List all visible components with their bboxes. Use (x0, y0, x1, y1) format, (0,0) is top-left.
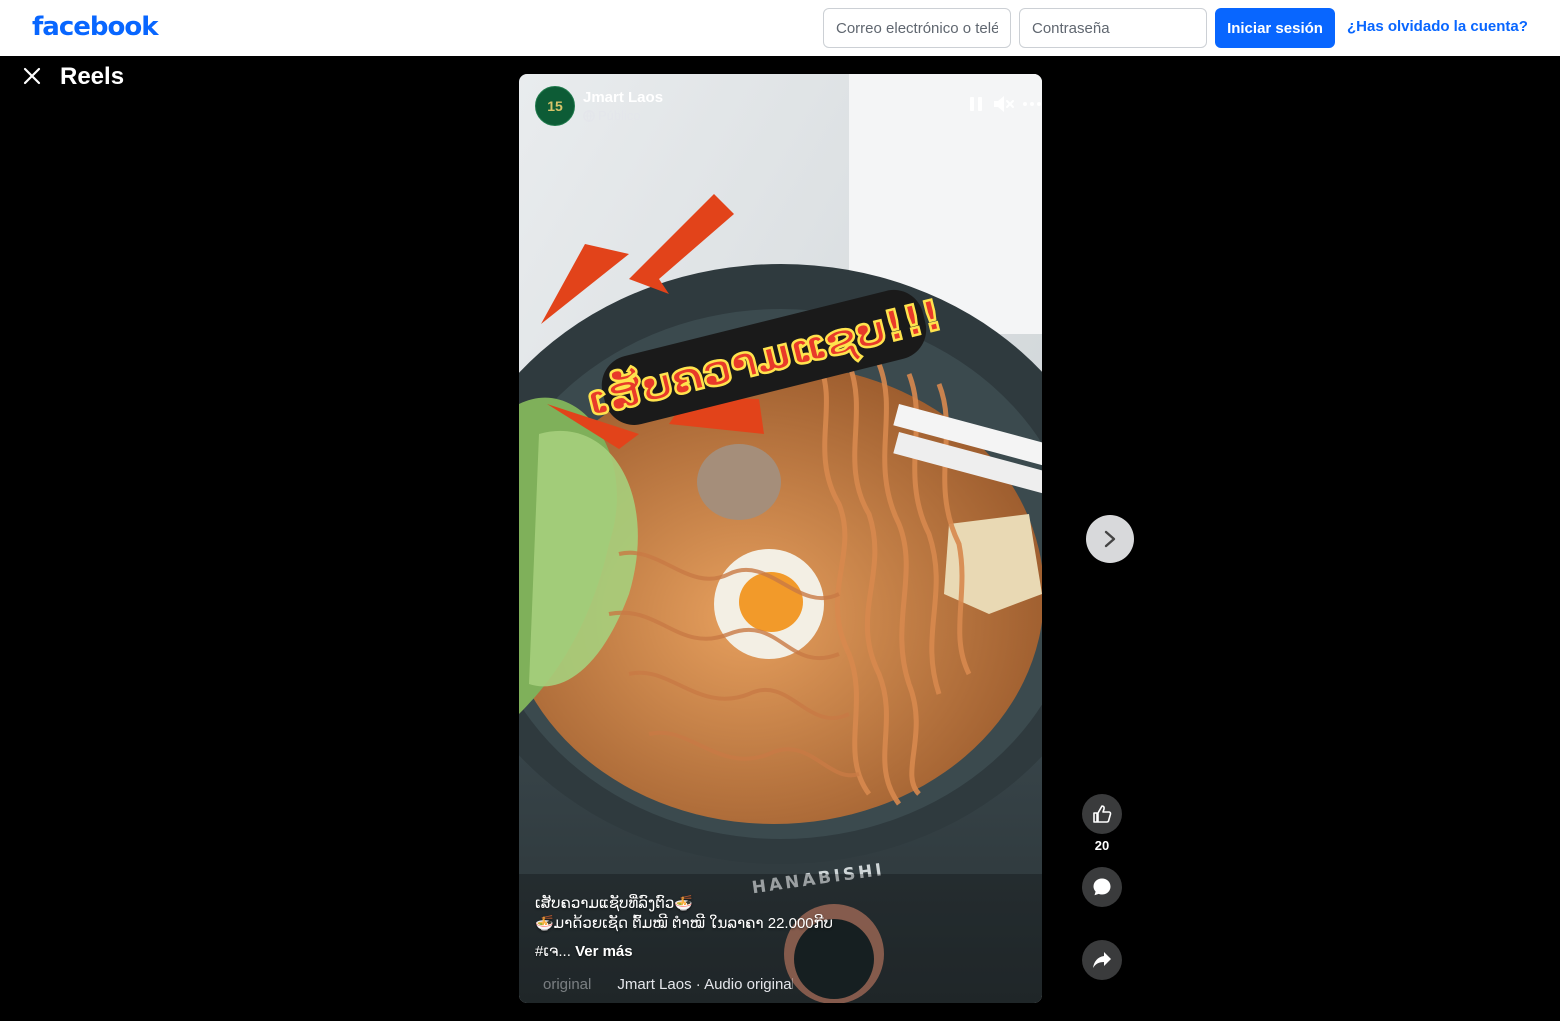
top-bar: facebook Iniciar sesión ¿Has olvidado la… (0, 0, 1560, 56)
more-dots-icon (1023, 102, 1041, 106)
caption-line-2: 🍜ມາດ້ວຍເຊັດ ຕົ້ມໝີ ຕຳໝີ ໃນລາຄາ 22.000ກີບ (535, 915, 834, 932)
like-count: 20 (1094, 838, 1110, 853)
pause-button[interactable] (964, 92, 988, 116)
login-button[interactable]: Iniciar sesión (1215, 8, 1335, 48)
close-icon (23, 67, 41, 85)
caption-line-1: ເສັບຄວາມແຊັບທີ່ລົງຕົວ🍜 (535, 895, 694, 912)
audio-prefix: original (543, 975, 592, 993)
page-avatar[interactable]: 15 (535, 86, 575, 126)
pause-icon (970, 97, 982, 111)
globe-icon (583, 109, 595, 122)
email-field[interactable] (823, 8, 1011, 48)
chevron-right-icon (1104, 530, 1116, 548)
video-frame-illustration: ເສັບຄວາມແຊບ!!! HANABISHI (519, 74, 1042, 1003)
audio-ticker[interactable]: original Jmart Laos · Audio original (535, 972, 793, 996)
password-field[interactable] (1019, 8, 1207, 48)
reel-video[interactable]: ເສັບຄວາມແຊບ!!! HANABISHI 15 Jmart Laos P… (519, 74, 1042, 1003)
forgot-account-link[interactable]: ¿Has olvidado la cuenta? (1347, 18, 1528, 35)
reel-caption: ເສັບຄວາມແຊັບທີ່ລົງຕົວ🍜 🍜ມາດ້ວຍເຊັດ ຕົ້ມໝ… (535, 894, 995, 962)
share-icon (1093, 952, 1111, 968)
see-more-link[interactable]: Ver más (575, 943, 633, 960)
comment-button[interactable] (1082, 867, 1122, 907)
audio-label: Jmart Laos · Audio original (617, 975, 793, 993)
share-button[interactable] (1082, 940, 1122, 980)
privacy-label: Público (598, 108, 641, 123)
reel-header: 15 Jmart Laos Público (535, 86, 1041, 130)
muted-speaker-icon (994, 96, 1014, 112)
mute-button[interactable] (992, 92, 1016, 116)
like-button[interactable] (1082, 794, 1122, 834)
privacy-indicator: Público (583, 108, 641, 123)
viewer-title: Reels (60, 63, 125, 90)
thumbs-up-icon (1093, 805, 1112, 823)
next-reel-button[interactable] (1086, 515, 1134, 563)
comment-icon (1093, 878, 1111, 896)
facebook-logo[interactable]: facebook (32, 12, 159, 42)
more-options-button[interactable] (1020, 92, 1042, 116)
caption-hashtag[interactable]: #ເຈ... (535, 943, 571, 960)
page-name[interactable]: Jmart Laos (583, 89, 663, 106)
close-button[interactable] (16, 60, 48, 92)
